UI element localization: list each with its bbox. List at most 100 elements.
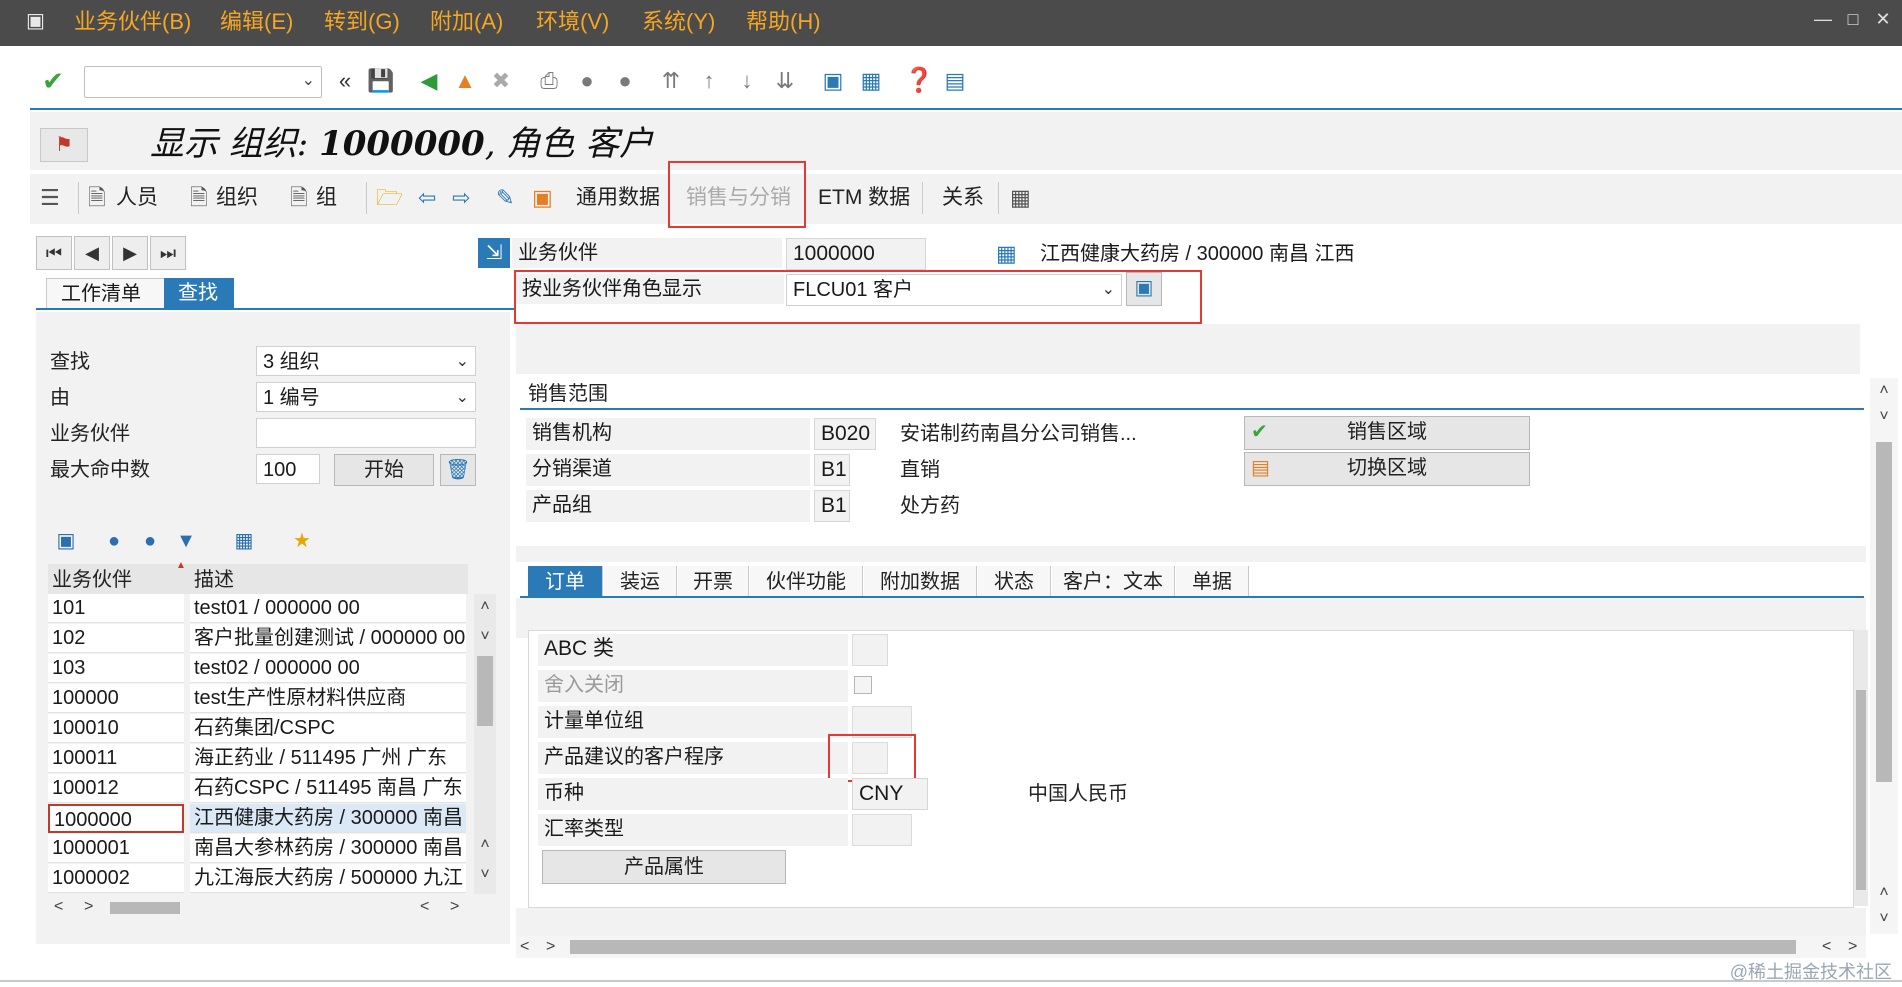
general-data-button[interactable]: 通用数据 <box>576 184 660 212</box>
exit-icon[interactable]: ▲ <box>450 66 480 96</box>
role-details-icon[interactable]: ▣ <box>1126 272 1162 306</box>
first-page-icon[interactable]: ⇈ <box>656 66 686 96</box>
currency-field[interactable]: CNY <box>852 778 928 810</box>
prev-entry-icon[interactable]: ◀ <box>74 236 110 270</box>
layout-icon[interactable]: ▦ <box>228 526 260 556</box>
scroll-up-icon[interactable]: ˄ <box>1874 884 1894 902</box>
minimize-icon[interactable]: — <box>1812 8 1834 30</box>
print-icon[interactable]: ⎙ <box>534 66 564 96</box>
column-description[interactable]: 描述 <box>194 566 234 594</box>
table-row[interactable]: 100000 test生产性原材料供应商 <box>48 684 468 714</box>
arrow-right-icon[interactable]: ⇨ <box>452 184 470 212</box>
table-row[interactable]: 102 客户批量创建测试 / 000000 00 <box>48 624 468 654</box>
last-page-icon[interactable]: ⇊ <box>770 66 800 96</box>
table-row[interactable]: 1000001 南昌大参林药房 / 300000 南昌 <box>48 834 468 864</box>
chevron-down-icon[interactable]: ⌄ <box>302 70 315 90</box>
prev-page-icon[interactable]: ↑ <box>694 66 724 96</box>
trash-icon[interactable]: 🗑 <box>440 454 476 486</box>
shortcut-icon[interactable]: ▦ <box>856 66 886 96</box>
tab-status[interactable]: 状态 <box>978 566 1051 598</box>
scroll-thumb[interactable] <box>477 656 493 726</box>
product-attributes-button[interactable]: 产品属性 <box>542 850 786 884</box>
role-select[interactable]: FLCU01 客户 ⌄ <box>786 274 1122 306</box>
menu-system[interactable]: 系统(Y) <box>642 9 715 35</box>
tab-find[interactable]: 查找 <box>164 278 234 308</box>
dist-channel-code[interactable]: B1 <box>814 454 850 486</box>
title-menu-icon[interactable]: ⚑ <box>40 128 88 162</box>
scroll-thumb[interactable] <box>1876 442 1892 782</box>
scroll-left-icon[interactable]: ˂ <box>420 898 429 916</box>
system-menu-icon[interactable]: ▣ <box>26 9 52 33</box>
find-select[interactable]: 3 组织 ⌄ <box>256 346 476 376</box>
scroll-up-icon[interactable]: ˄ <box>476 836 494 854</box>
tab-worklist[interactable]: 工作清单 <box>46 278 168 309</box>
grid-vertical-scrollbar[interactable]: ˄ ˅ ˄ ˅ <box>474 594 496 894</box>
tab-customer-texts[interactable]: 客户：文本 <box>1052 566 1175 598</box>
group-new-icon[interactable]: 🗎 <box>290 184 308 212</box>
create-session-icon[interactable]: ▣ <box>818 66 848 96</box>
menu-environment[interactable]: 环境(V) <box>536 9 609 35</box>
scroll-up-icon[interactable]: ˄ <box>476 598 494 616</box>
scroll-down-icon[interactable]: ˅ <box>476 866 494 884</box>
other-bp-icon[interactable]: ▣ <box>532 184 553 212</box>
back-icon[interactable]: « <box>330 66 360 96</box>
scroll-thumb[interactable] <box>1856 690 1866 890</box>
find-next-icon[interactable]: ● <box>134 526 166 556</box>
collapse-locator-icon[interactable]: ⇲ <box>478 238 510 268</box>
by-select[interactable]: 1 编号 ⌄ <box>256 382 476 412</box>
scroll-left-icon[interactable]: ˂ <box>520 938 529 956</box>
sales-areas-button[interactable]: ✔ 销售区域 <box>1244 416 1530 450</box>
tab-order[interactable]: 订单 <box>528 566 603 598</box>
bp-search-input[interactable] <box>256 418 476 448</box>
create-org-button[interactable]: 组织 <box>216 184 258 212</box>
scroll-thumb[interactable] <box>570 940 1796 954</box>
help-icon[interactable]: ❓ <box>904 66 934 96</box>
org-new-icon[interactable]: 🗎 <box>190 184 208 212</box>
cancel-icon[interactable]: ✖ <box>486 66 516 96</box>
scroll-down-icon[interactable]: ˅ <box>476 628 494 646</box>
edit-display-toggle-icon[interactable]: ✎ <box>496 184 514 212</box>
chevron-down-icon[interactable]: ⌄ <box>1102 275 1115 305</box>
rounding-off-checkbox[interactable] <box>854 676 872 694</box>
menu-help[interactable]: 帮助(H) <box>746 9 821 35</box>
table-row[interactable]: 103 test02 / 000000 00 <box>48 654 468 684</box>
enter-check-icon[interactable]: ✔ <box>38 66 68 96</box>
chevron-down-icon[interactable]: ⌄ <box>456 347 469 377</box>
favorite-add-icon[interactable]: ★ <box>286 526 318 556</box>
exchange-rate-type-field[interactable] <box>852 814 912 846</box>
menu-goto[interactable]: 转到(G) <box>324 9 400 35</box>
menu-edit[interactable]: 编辑(E) <box>220 9 293 35</box>
arrow-left-icon[interactable]: ⇦ <box>418 184 436 212</box>
tab-shipping[interactable]: 装运 <box>604 566 677 598</box>
sales-distribution-button[interactable]: 销售与分销 <box>686 184 791 212</box>
table-row[interactable]: 1000002 九江海辰大药房 / 500000 九江 <box>48 864 468 894</box>
table-row[interactable]: 100010 石药集团/CSPC <box>48 714 468 744</box>
open-folder-icon[interactable]: 🗁 <box>376 184 403 212</box>
menu-business-partner[interactable]: 业务伙伴(B) <box>74 9 191 35</box>
find-next-icon[interactable]: ● <box>610 66 640 96</box>
close-icon[interactable]: ✕ <box>1872 8 1894 30</box>
column-bp[interactable]: 业务伙伴 <box>52 566 132 594</box>
tab-billing[interactable]: 开票 <box>678 566 749 598</box>
maximize-icon[interactable]: □ <box>1842 8 1864 30</box>
next-entry-icon[interactable]: ▶ <box>112 236 148 270</box>
layout-icon[interactable]: ▤ <box>940 66 970 96</box>
scroll-down-icon[interactable]: ˅ <box>1874 910 1894 928</box>
main-vertical-scrollbar[interactable]: ˄ ˅ ˄ ˅ <box>1870 378 1898 934</box>
scroll-right-icon[interactable]: ˃ <box>1848 938 1857 956</box>
chevron-down-icon[interactable]: ⌄ <box>456 383 469 413</box>
person-new-icon[interactable]: 🗎 <box>88 184 106 212</box>
filter-icon[interactable]: ▼ <box>170 526 202 556</box>
table-row[interactable]: 101 test01 / 000000 00 <box>48 594 468 624</box>
start-search-button[interactable]: 开始 <box>334 454 434 486</box>
scroll-left-icon[interactable]: ˂ <box>54 898 63 916</box>
scroll-left-icon[interactable]: ˂ <box>1822 938 1831 956</box>
grid-horizontal-scrollbar[interactable]: ˂ ˃ ˂ ˃ <box>48 898 488 918</box>
org-structure-icon[interactable]: ▦ <box>1010 184 1031 212</box>
save-icon[interactable]: 💾 <box>366 66 396 96</box>
scroll-thumb[interactable] <box>110 902 180 914</box>
switch-area-button[interactable]: ▤ 切换区域 <box>1244 452 1530 486</box>
locator-toggle-icon[interactable]: ☰ <box>40 184 60 212</box>
table-row[interactable]: 100012 石药CSPC / 511495 南昌 广东 <box>48 774 468 804</box>
create-person-button[interactable]: 人员 <box>116 184 158 212</box>
